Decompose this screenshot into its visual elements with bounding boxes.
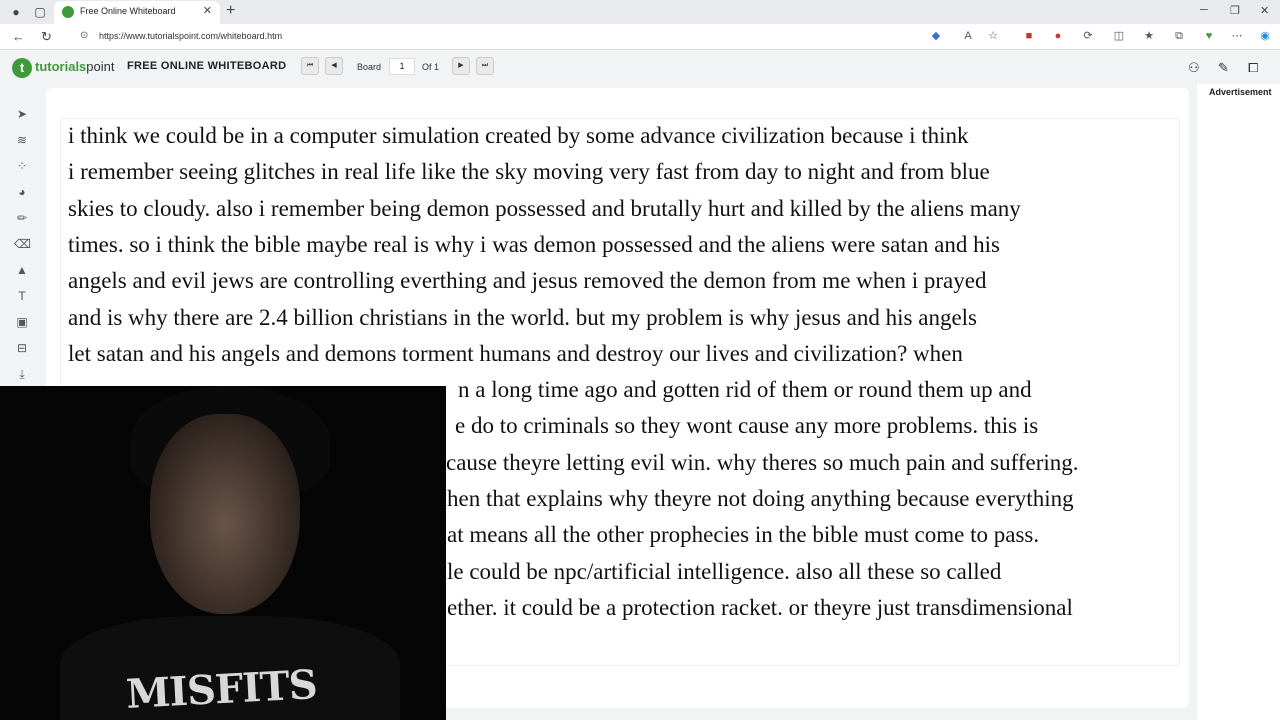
board-number-input[interactable]: 1 — [389, 58, 415, 75]
site-logo[interactable]: tutorialspoint — [35, 59, 115, 74]
image-icon[interactable]: ▣ — [14, 314, 30, 330]
advertisement-label: Advertisement — [1209, 87, 1272, 97]
back-icon[interactable]: ← — [12, 29, 25, 44]
refresh-icon[interactable]: ↻ — [41, 29, 52, 45]
layers-icon[interactable]: ≋ — [14, 132, 30, 148]
close-window-icon[interactable]: ✕ — [1260, 4, 1269, 17]
eraser-icon[interactable]: ⌫ — [14, 236, 31, 252]
text-tool-icon[interactable]: T — [14, 288, 30, 304]
board-count-label: Of 1 — [422, 62, 440, 72]
text-line: e do to criminals so they wont cause any… — [455, 413, 1039, 438]
text-line: at means all the other prophecies in the… — [447, 522, 1040, 547]
next-board-button[interactable]: ▶ — [452, 57, 470, 75]
shapes-icon[interactable]: ▲ — [14, 262, 30, 278]
extension-icon[interactable]: ◆ — [929, 29, 943, 43]
edit-icon[interactable]: ✎ — [1218, 60, 1229, 76]
new-tab-icon[interactable]: + — [226, 2, 235, 20]
shirt-print: MISFITS — [124, 661, 318, 718]
pencil-icon[interactable]: ✏ — [14, 210, 30, 226]
text-line: angels and evil jews are controlling eve… — [68, 268, 987, 293]
tab-actions-icon[interactable]: ▢ — [32, 4, 48, 20]
text-line: and is why there are 2.4 billion christi… — [68, 305, 977, 330]
text-line: times. so i think the bible maybe real i… — [68, 232, 1000, 257]
site-info-icon[interactable]: ⊙ — [80, 30, 88, 41]
text-line: n a long time ago and gotten rid of them… — [458, 377, 1032, 402]
tutorialspoint-favicon — [62, 6, 74, 18]
copilot-icon[interactable]: ◉ — [1258, 29, 1272, 43]
presentation-icon[interactable]: ⊟ — [14, 340, 30, 356]
share-icon[interactable]: ⚇ — [1188, 60, 1200, 76]
text-line: i remember seeing glitches in real life … — [68, 159, 990, 184]
color-palette-icon[interactable]: ◕ — [14, 184, 30, 200]
sync-icon[interactable]: ⟳ — [1081, 29, 1095, 43]
browser-essentials-icon[interactable]: ♥ — [1202, 29, 1216, 43]
restore-icon[interactable]: ❐ — [1230, 4, 1240, 17]
tab-title: Free Online Whiteboard — [80, 6, 176, 16]
first-board-button[interactable]: ⏮ — [301, 57, 319, 75]
adblock-icon[interactable]: ● — [1051, 29, 1065, 43]
browser-tab[interactable]: Free Online Whiteboard ✕ — [54, 1, 220, 24]
split-screen-icon[interactable]: ◫ — [1112, 29, 1126, 43]
url-input[interactable]: https://www.tutorialspoint.com/whiteboar… — [99, 31, 282, 41]
logo-brand: tutorials — [35, 59, 87, 74]
download-icon[interactable]: ⤓ — [14, 366, 30, 382]
text-line: ether. it could be a protection racket. … — [447, 595, 1073, 620]
text-line: hen that explains why theyre not doing a… — [447, 486, 1074, 511]
fullscreen-icon[interactable]: ⧠ — [1248, 60, 1258, 76]
last-board-button[interactable]: ⏭ — [476, 57, 494, 75]
browser-tab-strip: ● ▢ Free Online Whiteboard ✕ + ─ ❐ ✕ — [0, 0, 1280, 24]
favorite-star-icon[interactable]: ☆ — [986, 29, 1000, 43]
text-line: le could be npc/artificial intelligence.… — [447, 559, 1002, 584]
advertisement-panel: Advertisement — [1197, 84, 1280, 720]
text-line: cause theyre letting evil win. why there… — [446, 450, 1079, 475]
tutorialspoint-logo-icon[interactable]: t — [12, 58, 32, 78]
site-header: t tutorialspoint FREE ONLINE WHITEBOARD … — [0, 50, 1280, 84]
whiteboard-toolbar: ➤ ≋ ⁘ ◕ ✏ ⌫ ▲ T ▣ ⊟ ⤓ — [8, 100, 38, 390]
logo-suffix: point — [86, 59, 115, 74]
text-line: i think we could be in a computer simula… — [68, 123, 969, 148]
read-aloud-icon[interactable]: A — [961, 29, 975, 43]
extension-red-icon[interactable]: ■ — [1022, 29, 1036, 43]
board-label: Board — [357, 62, 382, 72]
page-title: FREE ONLINE WHITEBOARD — [127, 60, 287, 72]
address-bar: ← ↻ ⊙ https://www.tutorialspoint.com/whi… — [0, 24, 1280, 50]
close-tab-icon[interactable]: ✕ — [203, 4, 212, 17]
grid-icon[interactable]: ⁘ — [14, 158, 30, 174]
favorites-icon[interactable]: ★ — [1142, 29, 1156, 43]
text-line: let satan and his angels and demons torm… — [68, 341, 963, 366]
person-face — [150, 414, 300, 614]
collections-icon[interactable]: ⧉ — [1172, 29, 1186, 43]
text-line: skies to cloudy. also i remember being d… — [68, 196, 1021, 221]
webcam-overlay: MISFITS — [0, 386, 446, 720]
prev-board-button[interactable]: ◀ — [325, 57, 343, 75]
profile-icon[interactable]: ● — [8, 4, 24, 20]
minimize-icon[interactable]: ─ — [1200, 4, 1208, 16]
select-pointer-icon[interactable]: ➤ — [14, 106, 30, 122]
more-menu-icon[interactable]: ⋯ — [1230, 29, 1244, 43]
